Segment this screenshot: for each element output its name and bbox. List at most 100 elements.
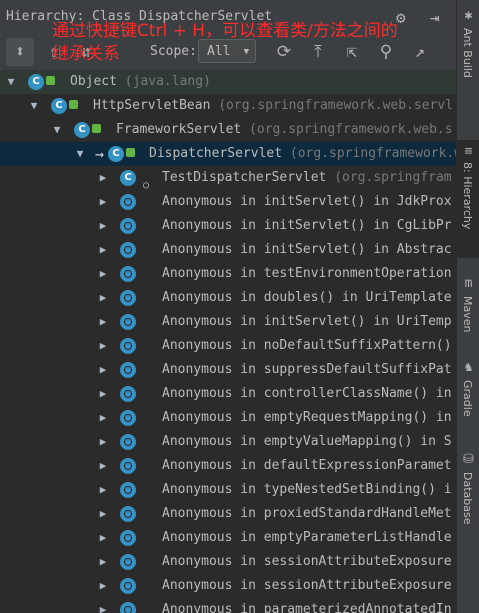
tree-item-name: Anonymous in controllerClassName() in <box>162 386 452 401</box>
tree-item-name: Anonymous in testEnvironmentOperation <box>162 266 452 281</box>
collapsed-arrow-icon[interactable]: ▶ <box>96 430 110 454</box>
tree-row-anonymous[interactable]: ▶ Anonymous in initServlet() in CgLibPr <box>0 214 456 238</box>
tree-item-name: Object <box>70 74 117 89</box>
subtypes-hierarchy-icon[interactable]: ⬍ <box>6 38 34 66</box>
tree-row-anonymous[interactable]: ▶ Anonymous in defaultExpressionParamet <box>0 454 456 478</box>
tree-item-name: Anonymous in emptyParameterListHandle <box>162 530 452 545</box>
tree-row-anonymous[interactable]: ▶ Anonymous in emptyValueMapping() in S <box>0 430 456 454</box>
sidebar-item-database[interactable]: ⛁ Database <box>457 452 479 536</box>
collapsed-arrow-icon[interactable]: ▶ <box>96 286 110 310</box>
collapsed-arrow-icon[interactable]: ▶ <box>96 190 110 214</box>
collapsed-arrow-icon[interactable]: ▶ <box>96 598 110 613</box>
tree-row-testdispatcherservlet[interactable]: ▶ C ○ TestDispatcherServlet (org.springf… <box>0 166 456 191</box>
tree-item-name: Anonymous in defaultExpressionParamet <box>162 458 452 473</box>
tree-item-package: (java.lang) <box>124 74 211 89</box>
tree-item-name: Anonymous in sessionAttributeExposure <box>162 554 452 569</box>
sidebar-item-label: Gradle <box>461 380 474 417</box>
sidebar-item-gradle[interactable]: ♞ Gradle <box>457 360 479 434</box>
sidebar-item-label: Database <box>461 472 474 525</box>
collapsed-arrow-icon[interactable]: ▶ <box>96 478 110 502</box>
tree-item-name: Anonymous in initServlet() in CgLibPr <box>162 218 452 233</box>
collapsed-arrow-icon[interactable]: ▶ <box>96 166 110 190</box>
tree-item-name: Anonymous in parameterizedAnnotatedIn <box>162 602 452 613</box>
hide-panel-icon[interactable]: ⇥ <box>430 8 440 27</box>
tree-row-anonymous[interactable]: ▶ Anonymous in parameterizedAnnotatedIn <box>0 598 456 613</box>
collapsed-arrow-icon[interactable]: ▶ <box>96 382 110 406</box>
tree-row-anonymous[interactable]: ▶ Anonymous in sessionAttributeExposure <box>0 550 456 574</box>
class-icon: C <box>108 146 124 162</box>
anonymous-class-icon <box>120 266 136 282</box>
collapsed-arrow-icon[interactable]: ▶ <box>96 262 110 286</box>
expanded-arrow-icon[interactable]: ▼ <box>50 118 64 142</box>
class-icon: C <box>74 122 90 138</box>
tree-item-package: (org.springframework.web.servl <box>218 98 454 113</box>
public-lock-icon <box>46 76 55 85</box>
tree-row-frameworkservlet[interactable]: ▼ C FrameworkServlet (org.springframewor… <box>0 118 456 142</box>
tree-item-name: Anonymous in initServlet() in Abstrac <box>162 242 452 257</box>
current-class-arrow-icon: → <box>95 145 105 163</box>
tree-row-anonymous[interactable]: ▶ Anonymous in initServlet() in JdkProx <box>0 190 456 214</box>
collapsed-arrow-icon[interactable]: ▶ <box>96 334 110 358</box>
tree-row-dispatcherservlet[interactable]: ▼ → C DispatcherServlet (org.springframe… <box>0 142 456 166</box>
anonymous-class-icon <box>120 194 136 210</box>
tree-item-name: Anonymous in suppressDefaultSuffixPat <box>162 362 452 377</box>
collapsed-arrow-icon[interactable]: ▶ <box>96 526 110 550</box>
tree-row-anonymous[interactable]: ▶ Anonymous in emptyRequestMapping() in <box>0 406 456 430</box>
collapsed-arrow-icon[interactable]: ▶ <box>96 238 110 262</box>
tree-item-name: FrameworkServlet <box>116 122 242 137</box>
tree-row-object[interactable]: ▼ C Object (java.lang) <box>0 70 456 94</box>
sidebar-item-hierarchy[interactable]: ≡ 8: Hierarchy <box>457 140 479 258</box>
tree-item-name: HttpServletBean <box>93 98 211 113</box>
tree-item-package: (org.springframework.web.s <box>249 122 453 137</box>
tree-row-anonymous[interactable]: ▶ Anonymous in doubles() in UriTemplate <box>0 286 456 310</box>
tree-row-anonymous[interactable]: ▶ Anonymous in initServlet() in Abstrac <box>0 238 456 262</box>
sidebar-item-ant-build[interactable]: ✱ Ant Build <box>457 8 479 98</box>
sidebar-item-label: Ant Build <box>461 28 474 78</box>
tree-item-name: Anonymous in emptyRequestMapping() in <box>162 410 452 425</box>
ant-icon: ✱ <box>464 8 473 23</box>
tree-row-anonymous[interactable]: ▶ Anonymous in proxiedStandardHandleMet <box>0 502 456 526</box>
expanded-arrow-icon[interactable]: ▼ <box>73 142 87 166</box>
collapsed-arrow-icon[interactable]: ▶ <box>96 310 110 334</box>
collapsed-arrow-icon[interactable]: ▶ <box>96 574 110 598</box>
anonymous-class-icon <box>120 482 136 498</box>
tree-row-anonymous[interactable]: ▶ Anonymous in emptyParameterListHandle <box>0 526 456 550</box>
annotation-text: 通过快捷键Ctrl + H，可以查看类/方法之间的继承关系 <box>52 21 398 64</box>
collapsed-arrow-icon[interactable]: ▶ <box>96 358 110 382</box>
expanded-arrow-icon[interactable]: ▼ <box>4 70 18 94</box>
hierarchy-tree[interactable]: ▼ C Object (java.lang) ▼ C HttpServletBe… <box>0 70 456 613</box>
class-icon: C <box>28 74 44 90</box>
collapsed-arrow-icon[interactable]: ▶ <box>96 502 110 526</box>
hierarchy-icon: ≡ <box>464 144 473 159</box>
anonymous-class-icon <box>120 458 136 474</box>
anonymous-class-icon <box>120 578 136 594</box>
anonymous-class-icon <box>120 602 136 613</box>
tree-row-anonymous[interactable]: ▶ Anonymous in testEnvironmentOperation <box>0 262 456 286</box>
tree-item-package: (org.springframework.web. <box>289 146 456 161</box>
collapsed-arrow-icon[interactable]: ▶ <box>96 550 110 574</box>
tree-row-anonymous[interactable]: ▶ Anonymous in suppressDefaultSuffixPat <box>0 358 456 382</box>
database-icon: ⛁ <box>463 452 474 467</box>
tree-row-anonymous[interactable]: ▶ Anonymous in initServlet() in UriTemp <box>0 310 456 334</box>
tree-row-anonymous[interactable]: ▶ Anonymous in controllerClassName() in <box>0 382 456 406</box>
tree-row-anonymous[interactable]: ▶ Anonymous in sessionAttributeExposure <box>0 574 456 598</box>
tree-item-name: Anonymous in typeNestedSetBinding() i <box>162 482 452 497</box>
anonymous-class-icon <box>120 242 136 258</box>
class-icon: C <box>120 170 136 186</box>
tree-row-anonymous[interactable]: ▶ Anonymous in noDefaultSuffixPattern() <box>0 334 456 358</box>
tree-row-httpservletbean[interactable]: ▼ C HttpServletBean (org.springframework… <box>0 94 456 118</box>
collapsed-arrow-icon[interactable]: ▶ <box>96 454 110 478</box>
expanded-arrow-icon[interactable]: ▼ <box>27 94 41 118</box>
public-lock-icon <box>126 148 135 157</box>
tree-row-anonymous[interactable]: ▶ Anonymous in typeNestedSetBinding() i <box>0 478 456 502</box>
tree-item-name: Anonymous in doubles() in UriTemplate <box>162 290 452 305</box>
collapsed-arrow-icon[interactable]: ▶ <box>96 406 110 430</box>
anonymous-class-icon <box>120 506 136 522</box>
anonymous-class-icon <box>120 314 136 330</box>
collapsed-arrow-icon[interactable]: ▶ <box>96 214 110 238</box>
anonymous-class-icon <box>120 434 136 450</box>
sidebar-item-maven[interactable]: m Maven <box>457 276 479 338</box>
public-lock-icon <box>69 100 78 109</box>
tree-item-name: Anonymous in emptyValueMapping() in S <box>162 434 452 449</box>
anonymous-class-icon <box>120 218 136 234</box>
